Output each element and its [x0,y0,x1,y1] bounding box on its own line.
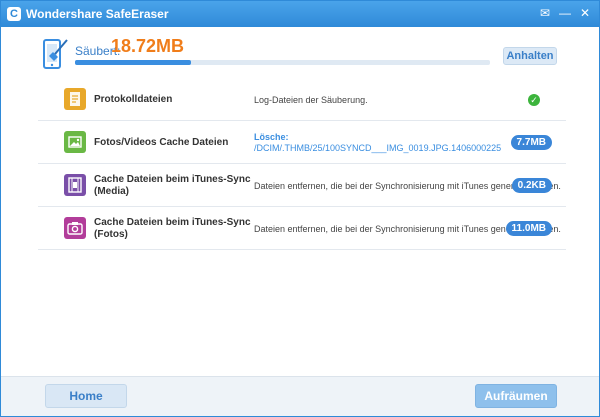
close-button[interactable]: ✕ [577,5,593,21]
row-title-line: Protokolldateien [94,94,173,105]
title-bar: C Wondershare SafeEraser ✉ — ✕ [1,1,599,27]
size-badge: 7.7MB [510,135,552,150]
progress-fill [75,60,192,65]
size-badge: 11.0MB [505,221,552,236]
row-title: Cache Dateien beim iTunes-Sync (Fotos) [94,217,251,241]
list-item-logs: Protokolldateien Log-Dateien der Säuberu… [38,79,566,121]
row-description: Lösche: /DCIM/.THMB/25/100SYNCD___IMG_00… [254,132,501,154]
row-title-line: (Fotos) [94,229,128,240]
row-description: Log-Dateien der Säuberung. [254,95,368,106]
cleaned-size: 18.72MB [111,36,185,56]
minimize-button[interactable]: — [557,5,573,21]
list-item-itunes-media: Cache Dateien beim iTunes-Sync (Media) D… [38,165,566,207]
document-icon [64,88,86,110]
row-title-line: Cache Dateien beim iTunes-Sync [94,174,251,185]
photo-icon [64,131,86,153]
feedback-icon[interactable]: ✉ [537,5,553,21]
size-badge: 0.2KB [511,178,552,193]
row-title: Fotos/Videos Cache Dateien [94,137,228,149]
check-icon: ✓ [528,94,540,106]
row-title: Cache Dateien beim iTunes-Sync (Media) [94,174,251,198]
pause-button[interactable]: Anhalten [503,47,557,65]
row-description-line: Log-Dateien der Säuberung. [254,95,368,105]
row-title: Protokolldateien [94,94,172,106]
list-item-itunes-photos: Cache Dateien beim iTunes-Sync (Fotos) D… [38,208,566,250]
app-window: C Wondershare SafeEraser ✉ — ✕ Säubert: … [0,0,600,417]
row-description-line: Lösche: [254,132,289,142]
row-title-line: (Media) [94,186,129,197]
list-item-photo-cache: Fotos/Videos Cache Dateien Lösche: /DCIM… [38,122,566,164]
app-title: Wondershare SafeEraser [26,7,169,21]
phone-broom-icon [43,39,68,69]
progress-bar [75,60,490,65]
main-content: Säubert: 18.72MB Anhalten Protokolldatei… [1,27,599,377]
film-icon [64,174,86,196]
footer-bar: Home Aufräumen [1,376,599,416]
clean-button[interactable]: Aufräumen [475,384,557,408]
row-title-line: Fotos/Videos Cache Dateien [94,137,229,148]
row-description-path: /DCIM/.THMB/25/100SYNCD___IMG_0019.JPG.1… [254,143,502,153]
row-title-line: Cache Dateien beim iTunes-Sync [94,217,251,228]
app-logo-icon: C [7,7,21,21]
camera-icon [64,217,86,239]
home-button[interactable]: Home [45,384,127,408]
